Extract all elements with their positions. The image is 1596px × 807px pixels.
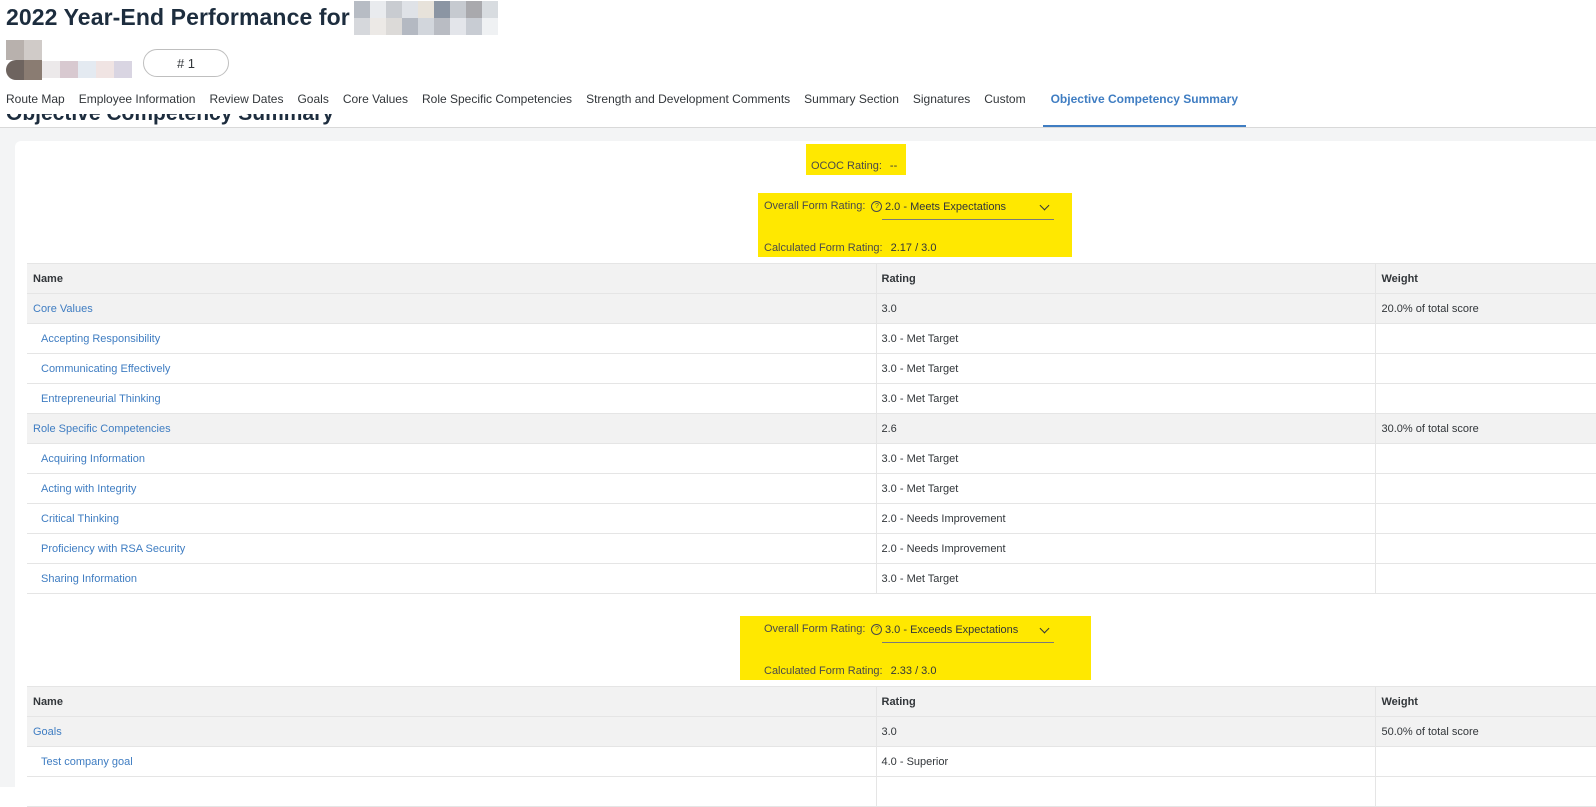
- weight-cell: 30.0% of total score: [1375, 413, 1596, 444]
- weight-cell: [1375, 776, 1596, 807]
- weight-cell: 50.0% of total score: [1375, 716, 1596, 747]
- rating-cell: 3.0 - Met Target: [876, 383, 1376, 414]
- competency-link[interactable]: Communicating Effectively: [33, 363, 170, 375]
- overall-rating-select-2[interactable]: 3.0 - Exceeds Expectations: [882, 617, 1054, 643]
- version-button[interactable]: # 1: [143, 49, 229, 77]
- tab-objective-competency-summary[interactable]: Objective Competency Summary: [1042, 86, 1246, 127]
- overall-form-rating-2: Overall Form Rating: ?: [764, 623, 883, 635]
- competency-link[interactable]: Sharing Information: [33, 573, 137, 585]
- table-row: Acting with Integrity 3.0 - Met Target: [27, 473, 1596, 504]
- tab-signatures[interactable]: Signatures: [906, 86, 977, 127]
- table-header: Name Rating Weight: [27, 686, 1596, 717]
- weight-cell: [1375, 443, 1596, 474]
- competency-link[interactable]: Proficiency with RSA Security: [33, 543, 185, 555]
- table-row: Proficiency with RSA Security 2.0 - Need…: [27, 533, 1596, 564]
- weight-cell: [1375, 746, 1596, 777]
- weight-cell: 20.0% of total score: [1375, 293, 1596, 324]
- ococ-rating: OCOC Rating: --: [811, 160, 898, 172]
- table-header: Name Rating Weight: [27, 263, 1596, 294]
- table-row: Communicating Effectively 3.0 - Met Targ…: [27, 353, 1596, 384]
- rating-cell: 2.0 - Needs Improvement: [876, 503, 1376, 534]
- column-header-name: Name: [27, 263, 877, 294]
- title-row: 2022 Year-End Performance for: [6, 0, 498, 35]
- competency-link[interactable]: Accepting Responsibility: [33, 333, 160, 345]
- tab-role-specific-competencies[interactable]: Role Specific Competencies: [415, 86, 579, 127]
- table-row: Test company goal 4.0 - Superior: [27, 746, 1596, 777]
- competency-link[interactable]: Entrepreneurial Thinking: [33, 393, 161, 405]
- competency-table-2: Name Rating Weight Goals 3.0 50.0% of to…: [27, 686, 1596, 807]
- tab-summary-section[interactable]: Summary Section: [797, 86, 906, 127]
- weight-cell: [1375, 563, 1596, 594]
- table-row: Critical Thinking 2.0 - Needs Improvemen…: [27, 503, 1596, 534]
- rating-cell: 3.0: [876, 293, 1376, 324]
- weight-cell: [1375, 503, 1596, 534]
- weight-cell: [1375, 533, 1596, 564]
- weight-cell: [1375, 383, 1596, 414]
- help-icon[interactable]: ?: [871, 623, 883, 635]
- goal-link[interactable]: Test company goal: [33, 756, 133, 768]
- chevron-down-icon: [1039, 200, 1050, 211]
- competency-table-1: Name Rating Weight Core Values 3.0 20.0%…: [27, 263, 1596, 594]
- column-header-name: Name: [27, 686, 877, 717]
- page-title: 2022 Year-End Performance for: [6, 4, 350, 30]
- column-header-weight: Weight: [1375, 686, 1596, 717]
- rating-cell: 3.0 - Met Target: [876, 563, 1376, 594]
- column-header-rating: Rating: [876, 263, 1376, 294]
- section-link[interactable]: Core Values: [33, 303, 93, 315]
- calculated-form-rating-2: Calculated Form Rating: 2.33 / 3.0: [764, 665, 937, 677]
- table-row: Core Values 3.0 20.0% of total score: [27, 293, 1596, 324]
- employee-row: [6, 40, 132, 80]
- table-row: Sharing Information 3.0 - Met Target: [27, 563, 1596, 594]
- chevron-down-icon: [1039, 623, 1050, 634]
- tab-core-values[interactable]: Core Values: [336, 86, 415, 127]
- rating-cell: 3.0 - Met Target: [876, 353, 1376, 384]
- rating-cell: 2.6: [876, 413, 1376, 444]
- column-header-rating: Rating: [876, 686, 1376, 717]
- goal-link[interactable]: [33, 786, 41, 798]
- rating-cell: [876, 776, 1376, 807]
- table-row: Acquiring Information 3.0 - Met Target: [27, 443, 1596, 474]
- column-header-weight: Weight: [1375, 263, 1596, 294]
- section-title: Objective Competency Summary: [6, 114, 334, 128]
- rating-cell: 3.0 - Met Target: [876, 323, 1376, 354]
- section-link[interactable]: Goals: [33, 726, 62, 738]
- table-row: Accepting Responsibility 3.0 - Met Targe…: [27, 323, 1596, 354]
- redacted-name-image: [353, 0, 498, 35]
- table-row: [27, 776, 1596, 807]
- competency-link[interactable]: Acquiring Information: [33, 453, 145, 465]
- competency-link[interactable]: Acting with Integrity: [33, 483, 136, 495]
- rating-cell: 3.0 - Met Target: [876, 443, 1376, 474]
- help-icon[interactable]: ?: [871, 200, 883, 212]
- weight-cell: [1375, 353, 1596, 384]
- tab-custom[interactable]: Custom: [977, 86, 1032, 127]
- avatar[interactable]: [6, 40, 42, 80]
- overall-form-rating-1: Overall Form Rating: ?: [764, 200, 883, 212]
- tab-strength-and-development-comments[interactable]: Strength and Development Comments: [579, 86, 797, 127]
- redacted-employee-name: [42, 60, 132, 78]
- weight-cell: [1375, 323, 1596, 354]
- rating-cell: 3.0: [876, 716, 1376, 747]
- weight-cell: [1375, 473, 1596, 504]
- calculated-form-rating-1: Calculated Form Rating: 2.17 / 3.0: [764, 242, 937, 254]
- competency-link[interactable]: Critical Thinking: [33, 513, 119, 525]
- page-header: 2022 Year-End Performance for # 1 Route …: [0, 0, 1596, 128]
- rating-cell: 3.0 - Met Target: [876, 473, 1376, 504]
- table-row: Entrepreneurial Thinking 3.0 - Met Targe…: [27, 383, 1596, 414]
- table-row: Goals 3.0 50.0% of total score: [27, 716, 1596, 747]
- rating-cell: 4.0 - Superior: [876, 746, 1376, 777]
- overall-rating-select-1[interactable]: 2.0 - Meets Expectations: [882, 194, 1054, 220]
- section-link[interactable]: Role Specific Competencies: [33, 423, 171, 435]
- rating-cell: 2.0 - Needs Improvement: [876, 533, 1376, 564]
- table-row: Role Specific Competencies 2.6 30.0% of …: [27, 413, 1596, 444]
